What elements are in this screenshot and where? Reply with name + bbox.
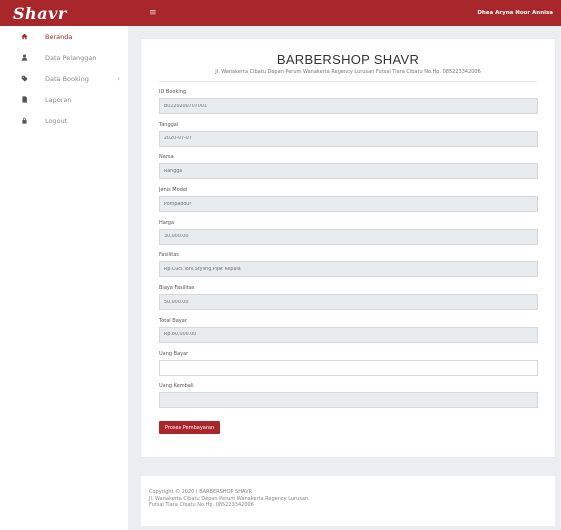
sidebar-item-label: Beranda [45,32,73,41]
harga-input [159,228,538,245]
file-icon [20,96,28,104]
footer-address-line: Futsal Tiara Cibatu No.Hp. 085223342006 [149,502,254,508]
proses-pembayaran-button[interactable]: Proses Pembayaran [159,421,221,434]
tanggal-input [159,130,538,147]
field-harga: Harga [159,218,538,251]
uang-kembali-input [159,392,538,409]
user-name[interactable]: Dhea Aryna Noor Annisa [477,10,553,16]
field-label: Uang Bayar [159,350,189,357]
nama-input [159,163,538,180]
sidebar-item-label: Data Pelanggan [45,53,97,62]
field-label: Nama [159,154,174,161]
field-label: Total Bayar [159,317,187,324]
sidebar-item-laporan[interactable]: Laporan [0,89,128,110]
page-title: BARBERSHOP SHAVR [276,52,420,67]
field-label: Biaya Fasilitas [159,285,195,292]
field-biaya-fasilitas: Biaya Fasilitas [159,283,538,316]
shop-address: Jl. Wanakerta Cibatu Depan Perum Wanaker… [215,69,481,75]
field-label: Jenis Model [159,187,188,194]
field-label: Uang Kembali [159,383,194,390]
field-label: ID Booking [159,89,187,95]
field-total-bayar: Total Bayar [159,316,538,349]
field-tanggal: Tanggal [159,120,538,153]
sidebar-item-label: Laporan [45,95,72,104]
user-icon [20,54,28,62]
brand-logo[interactable]: Shavr [0,0,135,26]
sidebar-item-logout[interactable]: Logout [0,110,128,131]
header-divider [159,81,537,82]
jenis-model-input [159,196,538,213]
field-label: Tanggal [159,121,179,128]
field-label: Harga [159,219,175,226]
fasilitas-input [159,261,538,278]
total-bayar-input [159,326,538,343]
menu-toggle-icon[interactable]: ≡ [149,8,157,18]
sidebar: Beranda Data Pelanggan Data Booking › La… [0,26,128,530]
id-booking-input [159,98,538,114]
sidebar-item-label: Data Booking [45,74,89,83]
biaya-fasilitas-input [159,294,538,311]
field-nama: Nama [159,152,538,185]
sidebar-item-beranda[interactable]: Beranda [0,26,128,47]
sidebar-item-data-pelanggan[interactable]: Data Pelanggan [0,47,128,68]
lock-icon [20,117,28,125]
field-fasilitas: Fasilitas [159,250,538,283]
field-uang-bayar: Uang Bayar [159,349,538,382]
uang-bayar-input[interactable] [159,359,538,376]
sidebar-item-label: Logout [45,116,68,125]
field-uang-kembali: Uang Kembali [159,381,538,414]
field-label: Fasilitas [159,252,179,259]
field-jenis-model: Jenis Model [159,185,538,218]
payment-card: BARBERSHOP SHAVR Jl. Wanakerta Cibatu De… [141,39,555,457]
page-footer: Copyright © 2020 | BARBERSHOP SHAVR Jl. … [141,476,555,526]
chevron-right-icon[interactable]: › [117,75,120,83]
field-id-booking: ID Booking [159,87,538,120]
top-navbar: Shavr ≡ Dhea Aryna Noor Annisa [0,0,561,26]
payment-form: ID Booking Tanggal Nama Jenis Model Harg… [159,87,538,414]
tag-icon [20,75,28,83]
home-icon [20,33,28,41]
sidebar-item-data-booking[interactable]: Data Booking › [0,68,128,89]
